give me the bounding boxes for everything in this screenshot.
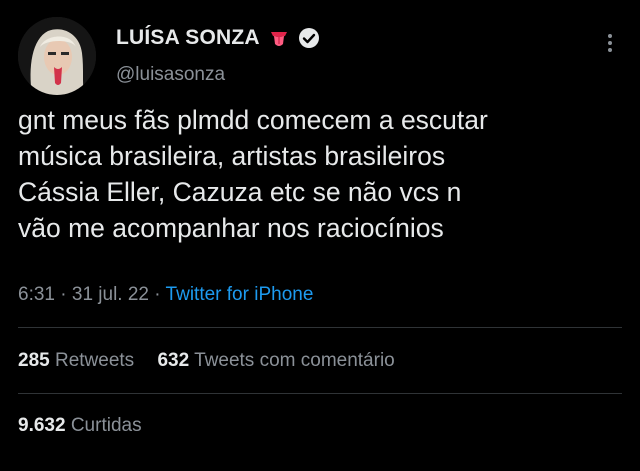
retweets-label: Retweets [54,350,135,371]
quote-tweets-stat[interactable]: 632 Tweets com comentário [157,350,394,372]
tweet-time[interactable]: 6:31 [18,284,55,305]
user-handle[interactable]: @luisasonza [116,64,225,86]
tweet-card: LUÍSA SONZA @luisasonza gnt meus fãs plm… [0,0,640,471]
engagement-stats-row: 285 Retweets 632 Tweets com comentário [18,350,413,372]
more-options-icon[interactable] [600,30,620,56]
likes-count: 9.632 [18,415,66,436]
display-name[interactable]: LUÍSA SONZA [116,26,260,50]
tweet-text: gnt meus fãs plmdd comecem a escutar mús… [18,105,488,243]
quotes-label: Tweets com comentário [194,350,395,371]
likes-stat[interactable]: 9.632 Curtidas [18,415,142,437]
divider [18,393,622,394]
likes-label: Curtidas [70,415,142,436]
retweets-stat[interactable]: 285 Retweets [18,350,134,372]
avatar[interactable] [18,17,96,95]
tweet-date[interactable]: 31 jul. 22 [72,284,149,305]
likes-stats-row: 9.632 Curtidas [18,415,160,437]
name-row: LUÍSA SONZA [116,26,320,50]
quotes-count: 632 [157,350,190,371]
avatar-image [18,17,96,95]
tweet-meta: 6:31 · 31 jul. 22 · Twitter for iPhone [18,284,313,306]
meta-separator: · [60,284,72,305]
retweets-count: 285 [18,350,50,371]
tongue-emoji-icon [270,32,287,46]
tweet-source[interactable]: Twitter for iPhone [166,284,314,305]
meta-separator: · [154,284,166,305]
verified-badge-icon [298,28,319,48]
divider [18,327,622,328]
